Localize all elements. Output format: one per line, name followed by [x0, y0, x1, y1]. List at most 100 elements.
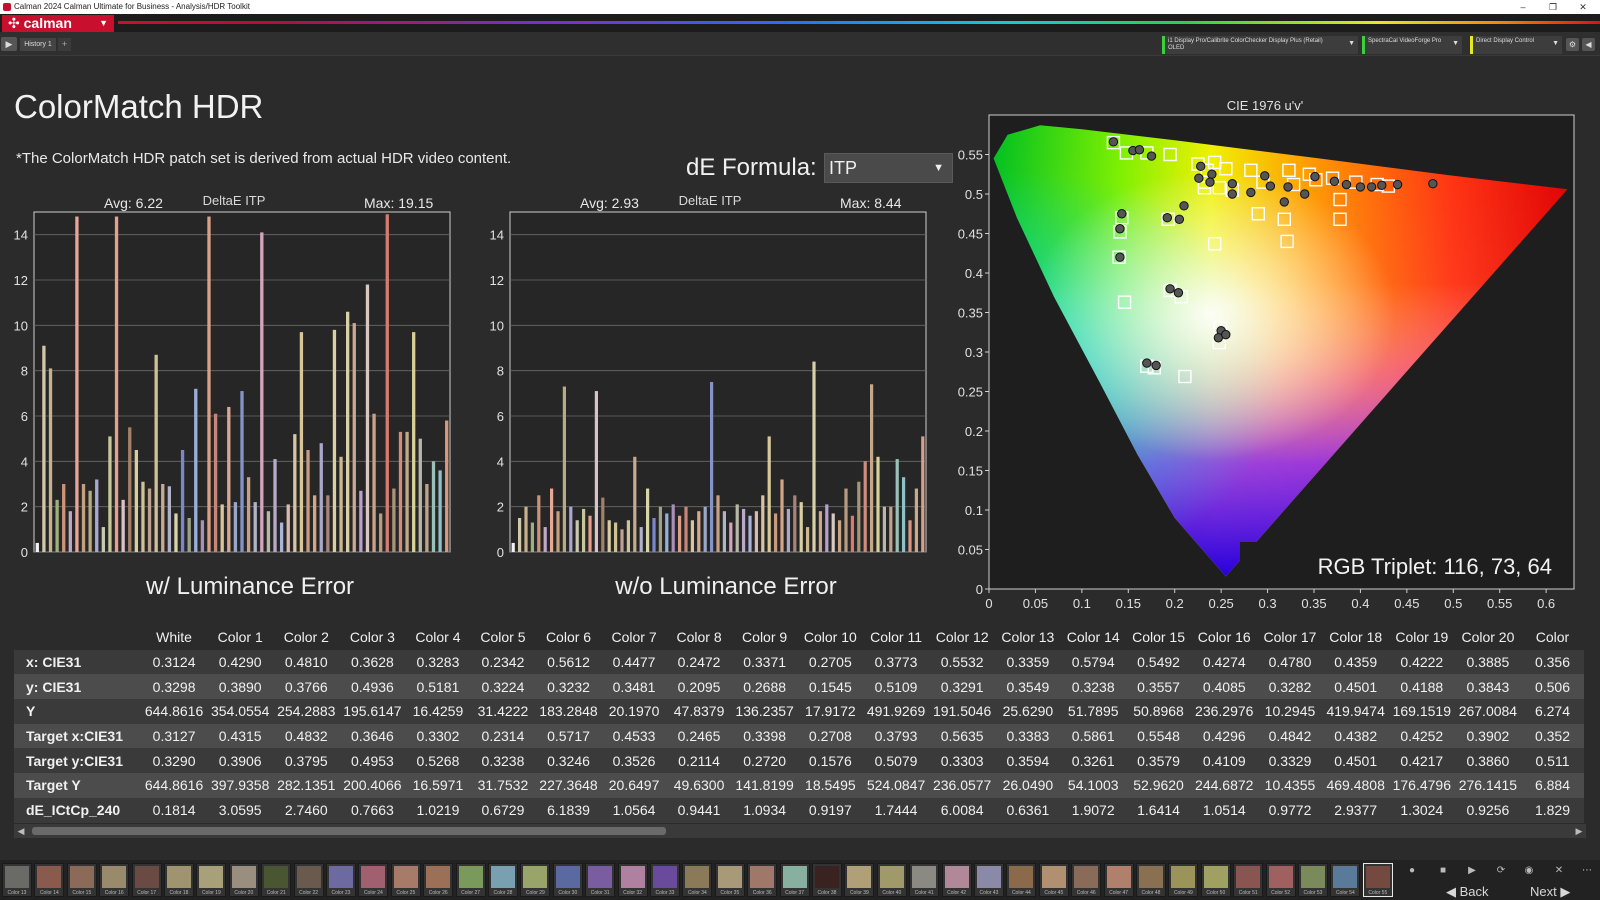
patch-swatch[interactable]: Color 41 [909, 863, 940, 897]
patch-swatch[interactable]: Color 44 [1006, 863, 1037, 897]
table-row[interactable]: Target y:CIE31 0.3290 0.3906 0.3795 0.4953 0.… [14, 748, 1584, 774]
patch-swatch[interactable]: Color 26 [423, 863, 454, 897]
back-button[interactable]: ◀ Back [1446, 884, 1489, 900]
patch-swatch[interactable]: Color 46 [1071, 863, 1102, 897]
patch-swatch[interactable]: Color 51 [1233, 863, 1264, 897]
table-row[interactable]: y: CIE31 0.3298 0.3890 0.3766 0.4936 0.5181 0.… [14, 674, 1584, 700]
patch-swatch[interactable]: Color 55 [1362, 863, 1393, 897]
patch-swatch[interactable]: Color 28 [488, 863, 518, 897]
column-header[interactable]: Color 11 [863, 625, 930, 650]
patch-swatch[interactable]: Color 50 [1200, 863, 1231, 897]
maximize-button[interactable]: ❐ [1538, 0, 1568, 14]
patch-swatch[interactable]: Color 52 [1265, 863, 1296, 897]
patch-swatch[interactable]: Color 45 [1038, 863, 1069, 897]
column-header[interactable]: White [141, 625, 208, 650]
patch-swatch[interactable]: Color 27 [455, 863, 486, 897]
patch-swatch[interactable]: Color 30 [552, 863, 583, 897]
table-row[interactable]: Target Y 644.8616 397.9358 282.1351 200.4066… [14, 773, 1584, 798]
patch-swatch[interactable]: Color 31 [585, 863, 616, 897]
tab-history[interactable]: History 1 [20, 38, 56, 51]
patch-swatch[interactable]: Color 36 [747, 863, 778, 897]
pattern-generator-selector[interactable]: SpectraCal VideoForge Pro ▼ [1362, 36, 1462, 54]
column-header[interactable]: Color 7 [601, 625, 667, 650]
column-header[interactable]: Color 2 [273, 625, 340, 650]
calman-logo-menu[interactable]: ✣ calman ▼ [2, 15, 114, 32]
patch-swatch[interactable]: Color 38 [812, 863, 842, 897]
patch-swatch[interactable]: Color 33 [650, 863, 680, 897]
patch-swatch[interactable]: Color 15 [66, 863, 97, 897]
scrollbar-thumb[interactable] [32, 827, 666, 835]
column-header[interactable]: Color 19 [1388, 625, 1455, 650]
patch-swatch[interactable]: Color 13 [2, 863, 32, 897]
column-header[interactable]: Color 1 [207, 625, 274, 650]
column-header[interactable]: Color 17 [1257, 625, 1323, 650]
column-header[interactable]: Color 14 [1060, 625, 1126, 650]
minimize-button[interactable]: – [1508, 0, 1538, 14]
patch-swatch[interactable]: Color 48 [1136, 863, 1166, 897]
table-row[interactable]: dE_ICtCp_240 0.1814 3.0595 2.7460 0.7663 1.02… [14, 797, 1584, 823]
collapse-icon[interactable]: ◀ [1582, 38, 1595, 51]
settings-icon[interactable]: ⚙ [1566, 38, 1579, 51]
camera-icon[interactable]: ◉ [1522, 864, 1536, 878]
patch-swatch[interactable]: Color 29 [520, 863, 551, 897]
play-icon[interactable]: ▶ [1, 37, 17, 51]
display-control-selector[interactable]: Direct Display Control ▼ [1470, 36, 1562, 54]
patch-swatch[interactable]: Color 20 [228, 863, 259, 897]
patch-swatch[interactable]: Color 22 [293, 863, 324, 897]
patch-swatch[interactable]: Color 54 [1330, 863, 1361, 897]
patch-swatch[interactable]: Color 17 [131, 863, 162, 897]
stop-icon[interactable]: ■ [1436, 864, 1450, 878]
column-header[interactable]: Color 4 [405, 625, 471, 650]
patch-swatch[interactable]: Color 37 [779, 863, 810, 897]
table-row[interactable]: Target x:CIE31 0.3127 0.4315 0.4832 0.3646 0.… [14, 723, 1584, 749]
meter-device-selector[interactable]: i1 Display Pro/Calibrite ColorChecker Di… [1162, 36, 1358, 54]
column-header[interactable]: Color [1520, 625, 1584, 650]
row-label-header[interactable] [14, 625, 142, 650]
play-icon[interactable]: ▶ [1465, 864, 1479, 878]
column-header[interactable]: Color 6 [535, 625, 602, 650]
patch-swatch[interactable]: Color 35 [714, 863, 745, 897]
column-header[interactable]: Color 15 [1125, 625, 1192, 650]
patch-swatch[interactable]: Color 18 [164, 863, 194, 897]
patch-swatch[interactable]: Color 14 [34, 863, 65, 897]
table-row[interactable]: Y 644.8616 354.0554 254.2883 195.6147 16.4259… [14, 699, 1584, 724]
column-header[interactable]: Color 5 [470, 625, 536, 650]
patch-swatch[interactable]: Color 42 [941, 863, 972, 897]
patch-swatch[interactable]: Color 16 [99, 863, 130, 897]
column-header[interactable]: Color 3 [339, 625, 406, 650]
add-tab-button[interactable]: + [58, 38, 71, 51]
column-header[interactable]: Color 8 [666, 625, 732, 650]
clear-icon[interactable]: ✕ [1552, 864, 1566, 878]
patch-swatch[interactable]: Color 25 [390, 863, 421, 897]
patch-swatch[interactable]: Color 40 [876, 863, 907, 897]
patch-swatch[interactable]: Color 19 [196, 863, 227, 897]
scroll-right-icon[interactable]: ▶ [1572, 824, 1586, 838]
patch-swatch[interactable]: Color 43 [974, 863, 1004, 897]
patch-swatch[interactable]: Color 49 [1168, 863, 1199, 897]
column-header[interactable]: Color 18 [1322, 625, 1389, 650]
close-button[interactable]: ✕ [1568, 0, 1598, 14]
column-header[interactable]: Color 16 [1191, 625, 1258, 650]
column-header[interactable]: Color 13 [995, 625, 1061, 650]
patch-swatch[interactable]: Color 47 [1103, 863, 1134, 897]
options-icon[interactable]: ⋯ [1580, 864, 1594, 878]
patch-swatch[interactable]: Color 53 [1298, 863, 1328, 897]
column-header[interactable]: Color 12 [929, 625, 996, 650]
loop-icon[interactable]: ⟳ [1494, 864, 1508, 878]
table-row[interactable]: x: CIE31 0.3124 0.4290 0.4810 0.3628 0.3283 0.… [14, 649, 1584, 675]
patch-swatch[interactable]: Color 32 [617, 863, 648, 897]
column-header[interactable]: Color 20 [1454, 625, 1521, 650]
de-formula-select[interactable]: ITP ▼ [824, 153, 953, 183]
scroll-left-icon[interactable]: ◀ [14, 824, 28, 838]
column-header[interactable]: Color 10 [797, 625, 863, 650]
patch-swatch[interactable]: Color 24 [358, 863, 389, 897]
record-icon[interactable]: ● [1405, 864, 1419, 878]
patch-swatch[interactable]: Color 21 [261, 863, 292, 897]
column-header[interactable]: Color 9 [731, 625, 798, 650]
patch-swatch[interactable]: Color 34 [682, 863, 713, 897]
swatch-color [847, 866, 872, 888]
table-horizontal-scrollbar[interactable]: ◀ ▶ [14, 824, 1586, 838]
patch-swatch[interactable]: Color 39 [844, 863, 875, 897]
next-button[interactable]: Next ▶ [1530, 884, 1570, 900]
patch-swatch[interactable]: Color 23 [326, 863, 356, 897]
